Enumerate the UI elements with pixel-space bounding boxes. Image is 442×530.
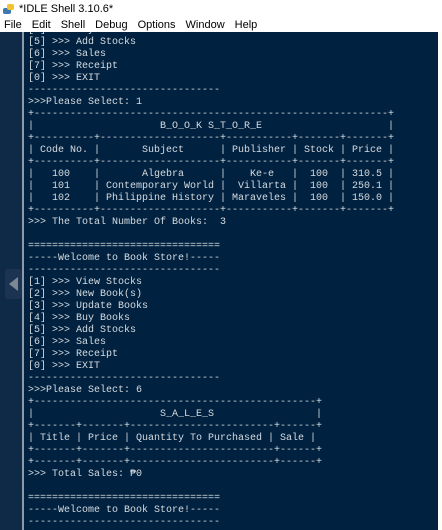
console-line: | Code No. | Subject | Publisher | Stock… bbox=[28, 145, 395, 156]
console-line: -------------------------------- bbox=[28, 517, 221, 528]
menu-help[interactable]: Help bbox=[230, 19, 263, 31]
menu-window[interactable]: Window bbox=[181, 19, 230, 31]
console-line: | B_O_O_K S_T_O_R_E | bbox=[28, 121, 395, 132]
menu-edit[interactable]: Edit bbox=[27, 19, 56, 31]
console-line: >>> Total Sales: ₱0 bbox=[28, 469, 143, 480]
python-icon bbox=[3, 3, 15, 15]
console-line: | 100 | Algebra | Ke-e | 100 | 310.5 | bbox=[28, 169, 395, 180]
console-line: [7] >>> Receipt bbox=[28, 61, 119, 72]
menu-options[interactable]: Options bbox=[133, 19, 181, 31]
console-line: >>> The Total Number Of Books: 3 bbox=[28, 217, 227, 228]
left-arrow-icon bbox=[9, 277, 18, 291]
console-line: [0] >>> EXIT bbox=[28, 73, 101, 84]
console-line: +----------+--------------------+-------… bbox=[28, 205, 395, 216]
shell-output[interactable]: [4] >>> Buy Books[5] >>> Add Stocks[6] >… bbox=[0, 32, 438, 530]
console-line: ================================ bbox=[28, 241, 221, 252]
menu-debug[interactable]: Debug bbox=[90, 19, 132, 31]
console-line: [5] >>> Add Stocks bbox=[28, 325, 137, 336]
console-line: >>>Please Select: 1 bbox=[28, 97, 143, 108]
menu-file[interactable]: File bbox=[0, 19, 27, 31]
console-line: -------------------------------- bbox=[28, 85, 221, 96]
console-line: +----------+--------------------+-------… bbox=[28, 157, 395, 168]
menu-bar: File Edit Shell Debug Options Window Hel… bbox=[0, 17, 442, 32]
console-line: [7] >>> Receipt bbox=[28, 349, 119, 360]
console-line: [3] >>> Update Books bbox=[28, 301, 149, 312]
window-edge bbox=[438, 32, 442, 530]
console-line: | 102 | Philippine History | Maraveles |… bbox=[28, 193, 395, 204]
console-line: [4] >>> Buy Books bbox=[28, 313, 131, 324]
console-line: +-------+-------+-----------------------… bbox=[28, 421, 323, 432]
console-line: +-------+-------+-----------------------… bbox=[28, 445, 323, 456]
console-line: -------------------------------- bbox=[28, 373, 221, 384]
gutter-divider bbox=[22, 32, 24, 530]
console-line: ================================ bbox=[28, 493, 221, 504]
console-line: | 101 | Contemporary World | Villarta | … bbox=[28, 181, 395, 192]
console-line: -------------------------------- bbox=[28, 265, 221, 276]
console-line: -----Welcome to Book Store!----- bbox=[28, 505, 221, 516]
console-line: [2] >>> New Book(s) bbox=[28, 289, 143, 300]
console-line: -----Welcome to Book Store!----- bbox=[28, 253, 221, 264]
console-line: [6] >>> Sales bbox=[28, 337, 107, 348]
title-bar: *IDLE Shell 3.10.6* bbox=[0, 0, 442, 17]
console-line: +---------------------------------------… bbox=[28, 109, 395, 120]
console-line: +---------------------------------------… bbox=[28, 397, 323, 408]
console-line: | S_A_L_E_S | bbox=[28, 409, 323, 420]
console-line: +-------+-------+-----------------------… bbox=[28, 457, 323, 468]
console-line: >>>Please Select: 6 bbox=[28, 385, 143, 396]
console-line: [5] >>> Add Stocks bbox=[28, 37, 137, 48]
console-line: [0] >>> EXIT bbox=[28, 361, 101, 372]
console-line: [6] >>> Sales bbox=[28, 49, 107, 60]
console-text[interactable]: [4] >>> Buy Books[5] >>> Add Stocks[6] >… bbox=[28, 32, 394, 529]
window-title: *IDLE Shell 3.10.6* bbox=[19, 2, 114, 15]
menu-shell[interactable]: Shell bbox=[56, 19, 90, 31]
console-line: [1] >>> View Stocks bbox=[28, 277, 143, 288]
console-line: | Title | Price | Quantity To Purchased … bbox=[28, 433, 317, 444]
console-line: +----------+--------------------+-------… bbox=[28, 133, 395, 144]
